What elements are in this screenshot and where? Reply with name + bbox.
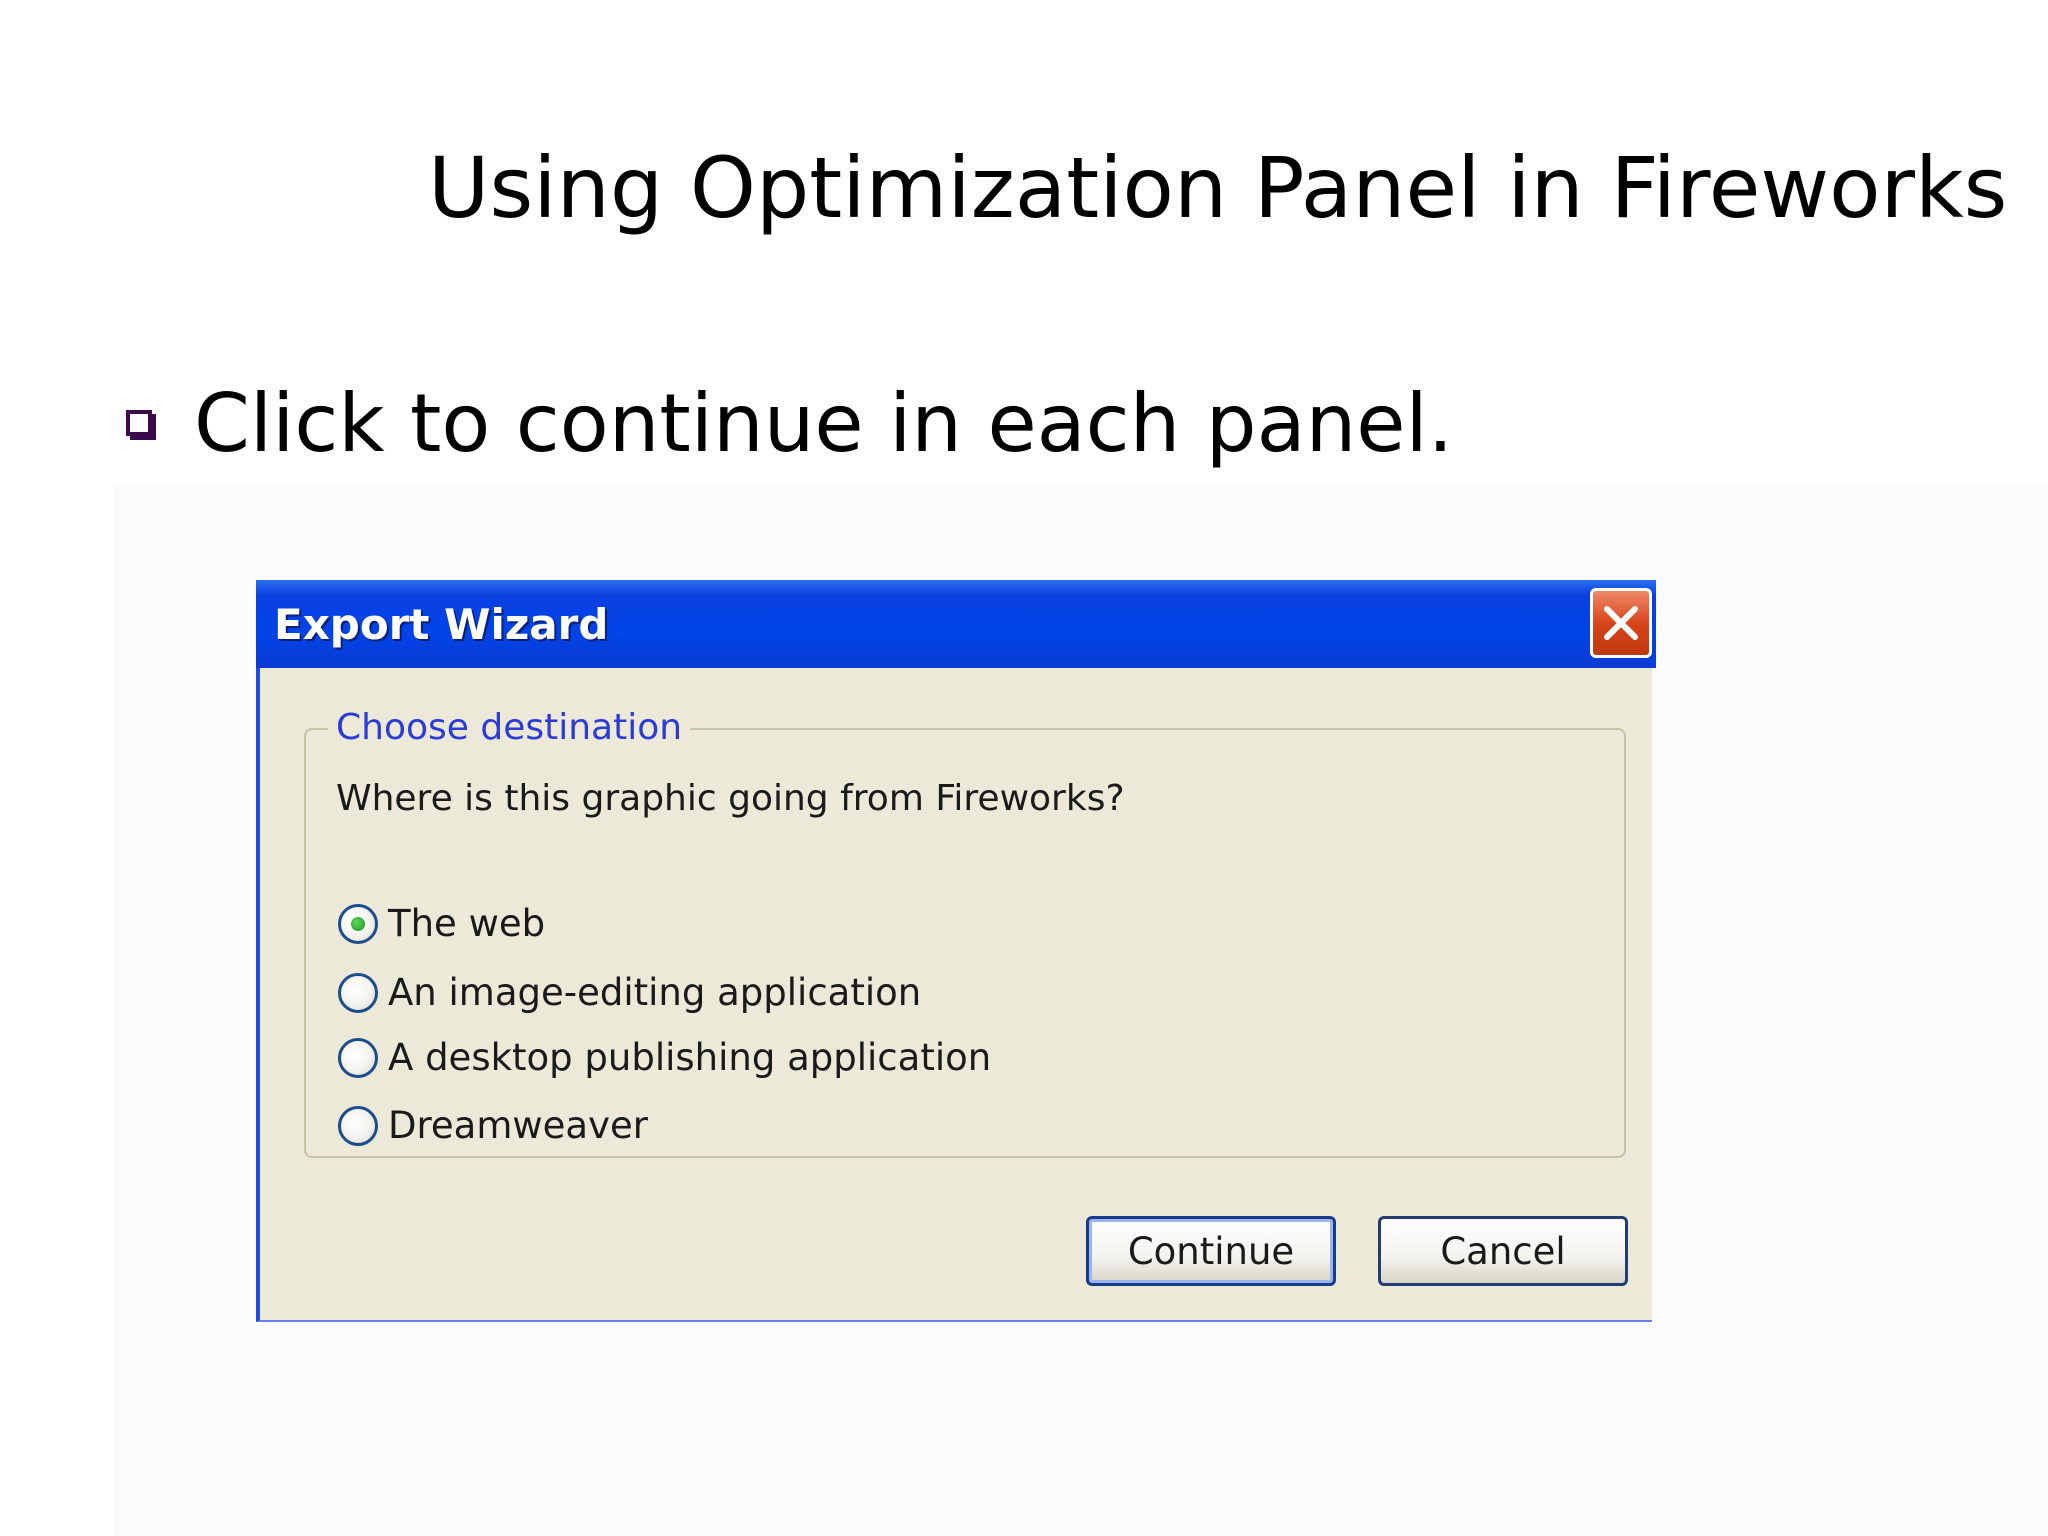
radio-label: Dreamweaver <box>388 1104 648 1147</box>
slide-title: Using Optimization Panel in Fireworks <box>428 139 2008 237</box>
close-button[interactable] <box>1590 588 1652 658</box>
radio-option-image-editing[interactable]: An image-editing application <box>338 971 921 1014</box>
dialog-title: Export Wizard <box>274 600 609 649</box>
bullet-item: Click to continue in each panel. <box>126 384 1453 464</box>
close-icon <box>1604 606 1638 640</box>
destination-prompt: Where is this graphic going from Firewor… <box>336 778 1125 819</box>
radio-option-desktop-publishing[interactable]: A desktop publishing application <box>338 1036 991 1079</box>
cancel-button[interactable]: Cancel <box>1378 1216 1628 1286</box>
radio-label: The web <box>388 902 546 945</box>
export-wizard-dialog: Export Wizard Choose destination Where i… <box>256 580 1656 1322</box>
radio-button-selected[interactable] <box>338 903 378 944</box>
radio-button[interactable] <box>338 1037 378 1078</box>
group-label: Choose destination <box>328 706 691 750</box>
dialog-titlebar[interactable]: Export Wizard <box>256 580 1656 668</box>
radio-label: An image-editing application <box>388 971 922 1014</box>
radio-button[interactable] <box>338 1105 378 1146</box>
radio-selected-dot-icon <box>351 916 365 931</box>
continue-button[interactable]: Continue <box>1086 1216 1336 1286</box>
destination-groupbox: Choose destination Where is this graphic… <box>304 706 1626 1158</box>
radio-button[interactable] <box>338 972 378 1013</box>
radio-option-dreamweaver[interactable]: Dreamweaver <box>338 1104 648 1147</box>
bullet-text: Click to continue in each panel. <box>194 377 1454 470</box>
radio-label: A desktop publishing application <box>388 1036 992 1079</box>
radio-option-the-web[interactable]: The web <box>338 902 545 945</box>
bullet-checkbox-icon <box>126 410 152 436</box>
